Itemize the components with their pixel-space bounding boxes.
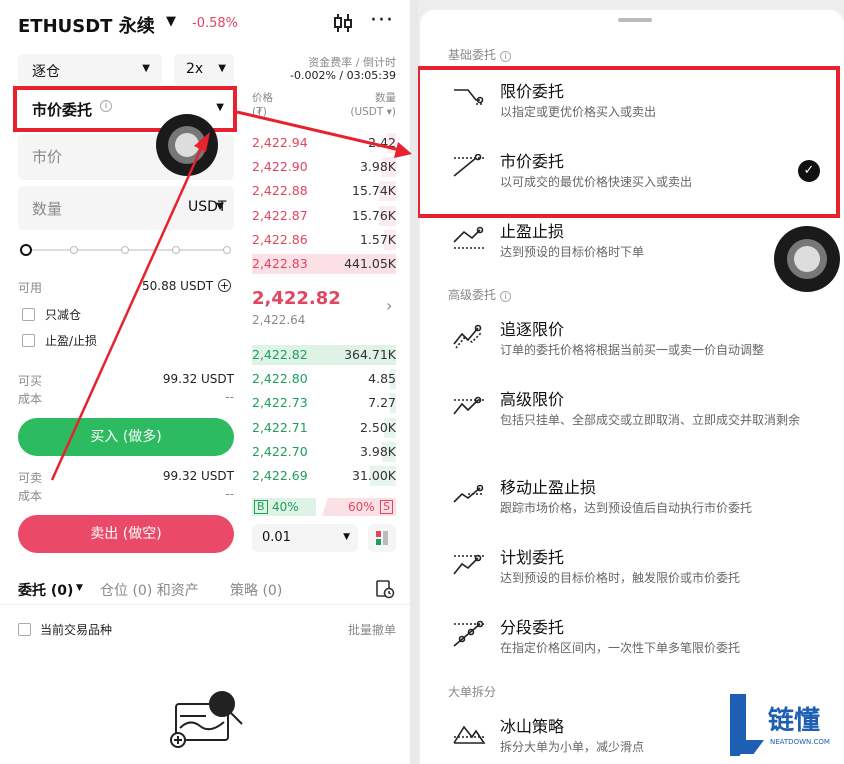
order-type-title: 移动止盈止损 <box>500 478 597 497</box>
order-type-title: 止盈止损 <box>500 222 565 241</box>
order-type-desc: 订单的委托价格将根据当前买一或卖一价自动调整 <box>500 343 765 357</box>
section-basic-title: 基础委托 i <box>448 46 511 63</box>
order-type-title: 追逐限价 <box>500 320 565 339</box>
order-type-item[interactable]: 高级限价包括只挂单、全部成交或立即取消、立即成交并取消剩余 <box>444 386 824 436</box>
order-type-title: 高级限价 <box>500 390 565 409</box>
chase-limit-icon <box>450 322 486 350</box>
order-type-desc: 达到预设的目标价格时下单 <box>500 245 645 259</box>
advanced-limit-icon <box>450 392 486 420</box>
order-type-item[interactable]: 计划委托达到预设的目标价格时，触发限价或市价委托 <box>444 544 824 594</box>
iceberg-icon <box>450 719 486 747</box>
watermark-logo: 链懂 NEATDOWN.COM <box>730 694 842 760</box>
order-type-desc: 包括只挂单、全部成交或立即取消、立即成交并取消剩余 <box>500 413 801 427</box>
section-advanced-title: 高级委托 i <box>448 286 511 303</box>
order-type-item[interactable]: 分段委托在指定价格区间内，一次性下单多笔限价委托 <box>444 614 824 664</box>
watermark-brand: 链懂 <box>768 706 821 736</box>
order-type-desc: 达到预设的目标价格时，触发限价或市价委托 <box>500 571 741 585</box>
trailing-stop-icon <box>450 480 486 508</box>
order-type-item[interactable]: 止盈止损达到预设的目标价格时下单 <box>444 218 824 268</box>
order-type-item[interactable]: 移动止盈止损跟踪市场价格，达到预设值后自动执行市价委托 <box>444 474 824 524</box>
order-type-title: 冰山策略 <box>500 717 565 736</box>
order-type-title: 分段委托 <box>500 618 565 637</box>
sheet-handle[interactable] <box>618 18 652 22</box>
info-icon[interactable]: i <box>499 51 511 62</box>
touch-cursor-icon <box>774 226 840 292</box>
tp-sl-icon <box>450 224 486 252</box>
info-icon[interactable]: i <box>499 291 511 302</box>
scaled-order-icon <box>450 620 486 648</box>
order-type-desc: 跟踪市场价格，达到预设值后自动执行市价委托 <box>500 501 753 515</box>
order-type-desc: 在指定价格区间内，一次性下单多笔限价委托 <box>500 641 741 655</box>
order-type-item[interactable]: 追逐限价订单的委托价格将根据当前买一或卖一价自动调整 <box>444 316 824 366</box>
trigger-order-icon <box>450 550 486 578</box>
order-type-sheet: 基础委托 i 限价委托 以指定或更优价格买入或卖出 市价委托 以可成交的最优价格快速买… <box>418 0 844 764</box>
watermark-url: NEATDOWN.COM <box>770 738 830 746</box>
order-type-title: 计划委托 <box>500 548 565 567</box>
highlight-box-order-menu <box>418 66 840 218</box>
section-large-title: 大单拆分 <box>448 685 497 699</box>
